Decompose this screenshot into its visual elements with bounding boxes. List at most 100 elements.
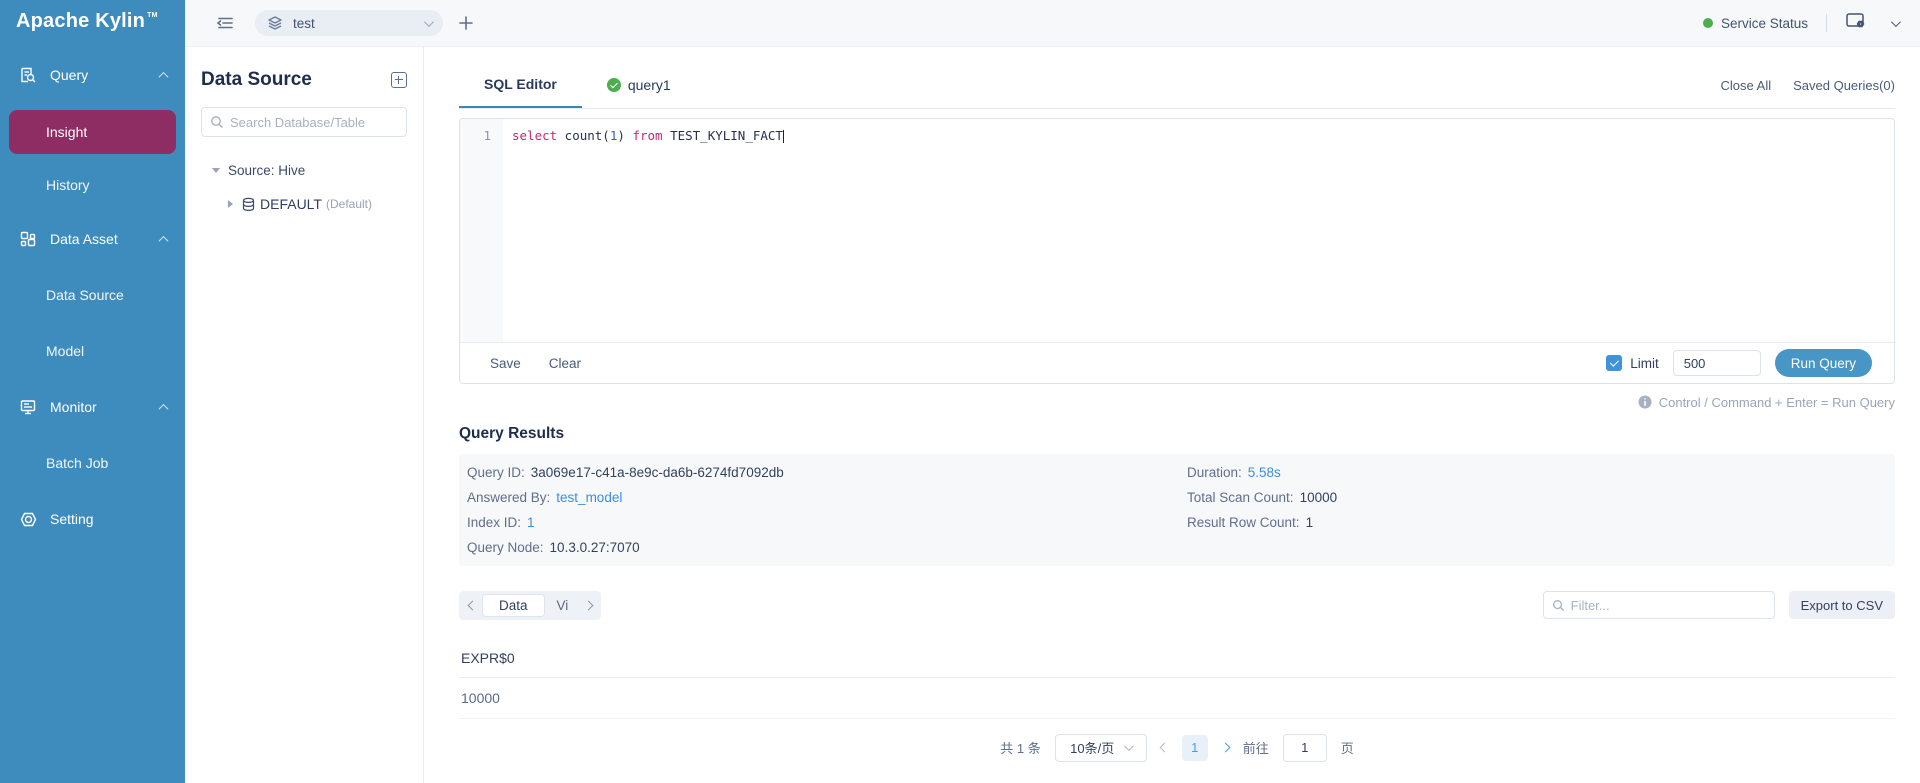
tree-node-label: DEFAULT bbox=[260, 196, 322, 212]
project-select-value: test bbox=[293, 16, 315, 31]
editor-gutter: 1 bbox=[460, 119, 503, 342]
answered-by-link[interactable]: test_model bbox=[556, 490, 622, 505]
caret-down-icon[interactable] bbox=[212, 168, 220, 173]
tree-node-source-hive[interactable]: Source: Hive bbox=[185, 153, 423, 187]
sql-editor-panel: 1 select count(1) from TEST_KYLIN_FACT S… bbox=[459, 118, 1895, 384]
sidebar-item-label: History bbox=[46, 177, 90, 193]
datasource-search[interactable] bbox=[201, 107, 407, 137]
sidebar-item-label: Monitor bbox=[50, 399, 97, 415]
result-view-switcher: Data Vi bbox=[459, 591, 601, 620]
app-logo: Apache KylinTM bbox=[0, 0, 185, 47]
filter-input[interactable] bbox=[1571, 598, 1766, 613]
tab-data[interactable]: Data bbox=[482, 594, 545, 617]
save-button[interactable]: Save bbox=[490, 356, 521, 371]
tab-label: SQL Editor bbox=[484, 76, 557, 92]
monitor-icon bbox=[18, 397, 38, 417]
sql-text: ) bbox=[617, 128, 632, 143]
close-all-button[interactable]: Close All bbox=[1721, 78, 1772, 93]
sidebar-item-query[interactable]: Query bbox=[0, 47, 185, 103]
sql-editor-body[interactable]: 1 select count(1) from TEST_KYLIN_FACT bbox=[460, 119, 1894, 342]
layers-icon bbox=[267, 15, 283, 31]
saved-queries-button[interactable]: Saved Queries(0) bbox=[1793, 78, 1895, 93]
limit-checkbox[interactable] bbox=[1606, 355, 1622, 371]
run-query-button[interactable]: Run Query bbox=[1775, 349, 1872, 377]
tab-sql-editor[interactable]: SQL Editor bbox=[459, 62, 582, 108]
tree-node-suffix: (Default) bbox=[326, 197, 372, 211]
current-page-button[interactable]: 1 bbox=[1182, 735, 1208, 761]
row-count-value: 1 bbox=[1306, 515, 1314, 530]
line-number: 1 bbox=[483, 128, 491, 143]
menu-fold-icon[interactable] bbox=[215, 12, 237, 34]
sidebar-item-label: Query bbox=[50, 67, 88, 83]
scroll-right-icon[interactable] bbox=[580, 602, 596, 609]
sidebar-item-insight[interactable]: Insight bbox=[9, 110, 176, 154]
goto-page-input[interactable] bbox=[1283, 734, 1327, 762]
page-size-value: 10条/页 bbox=[1070, 738, 1114, 757]
page-unit-label: 页 bbox=[1341, 738, 1354, 757]
search-input[interactable] bbox=[230, 115, 398, 130]
run-controls: Limit Run Query bbox=[1606, 349, 1872, 377]
caret-right-icon[interactable] bbox=[228, 200, 233, 208]
sidebar-item-history[interactable]: History bbox=[0, 159, 185, 211]
pagination-total: 共 1 条 bbox=[1000, 738, 1040, 757]
sidebar-item-data-source[interactable]: Data Source bbox=[0, 267, 185, 323]
clear-button[interactable]: Clear bbox=[549, 356, 581, 371]
table-header-row: EXPR$0 bbox=[459, 639, 1895, 677]
next-page-icon[interactable] bbox=[1222, 744, 1229, 751]
tabs-actions: Close All Saved Queries(0) bbox=[1721, 78, 1895, 93]
query-info-right: Duration:5.58s Total Scan Count:10000 Re… bbox=[1187, 460, 1337, 560]
chevron-up-icon bbox=[159, 235, 169, 245]
sql-code[interactable]: select count(1) from TEST_KYLIN_FACT bbox=[503, 119, 1894, 342]
app-logo-text: Apache Kylin bbox=[16, 10, 145, 33]
tab-visualization[interactable]: Vi bbox=[547, 595, 579, 616]
filter-box[interactable] bbox=[1543, 591, 1775, 619]
export-csv-button[interactable]: Export to CSV bbox=[1789, 591, 1895, 619]
search-icon bbox=[1552, 599, 1565, 612]
project-select[interactable]: test bbox=[255, 10, 443, 36]
duration-link[interactable]: 5.58s bbox=[1248, 465, 1281, 480]
text-cursor bbox=[783, 130, 784, 143]
limit-input[interactable] bbox=[1673, 350, 1761, 376]
index-id-link[interactable]: 1 bbox=[527, 515, 535, 530]
query-results-title: Query Results bbox=[459, 425, 1895, 443]
service-status-label[interactable]: Service Status bbox=[1721, 16, 1808, 31]
search-icon bbox=[210, 115, 224, 129]
sidebar-item-data-asset[interactable]: Data Asset bbox=[0, 211, 185, 267]
limit-label: Limit bbox=[1630, 356, 1659, 371]
query-id-label: Query ID: bbox=[467, 465, 525, 480]
sidebar-item-model[interactable]: Model bbox=[0, 323, 185, 379]
editor-tabs: SQL Editor query1 Close All Saved Querie… bbox=[459, 62, 1895, 109]
sidebar-item-label: Insight bbox=[46, 124, 87, 140]
sql-text: TEST_KYLIN_FACT bbox=[663, 128, 783, 143]
sidebar-item-setting[interactable]: Setting bbox=[0, 491, 185, 547]
sidebar-item-monitor[interactable]: Monitor bbox=[0, 379, 185, 435]
sidebar-item-batch-job[interactable]: Batch Job bbox=[0, 435, 185, 491]
scroll-left-icon[interactable] bbox=[464, 602, 480, 609]
app-logo-tm: TM bbox=[147, 12, 158, 19]
add-tab-button[interactable] bbox=[457, 14, 475, 32]
chevron-down-icon bbox=[1124, 741, 1134, 751]
datasource-panel: Data Source Source: Hive bbox=[185, 47, 424, 783]
datasource-panel-title: Data Source bbox=[201, 69, 312, 91]
add-datasource-icon[interactable] bbox=[391, 72, 407, 88]
goto-label: 前往 bbox=[1243, 738, 1269, 757]
prev-page-icon[interactable] bbox=[1161, 744, 1168, 751]
database-icon bbox=[241, 197, 256, 212]
page-size-select[interactable]: 10条/页 bbox=[1055, 734, 1147, 762]
tree-node-label: Source: Hive bbox=[228, 163, 305, 178]
chevron-up-icon bbox=[159, 71, 169, 81]
chevron-down-icon[interactable] bbox=[1891, 17, 1901, 27]
sidebar-item-label: Data Source bbox=[46, 287, 124, 303]
info-icon bbox=[1638, 395, 1652, 409]
table-row: 10000 bbox=[459, 677, 1895, 718]
shortcut-hint: Control / Command + Enter = Run Query bbox=[459, 391, 1895, 413]
query-node-row: Query Node:10.3.0.27:7070 bbox=[467, 535, 1187, 560]
sidebar-item-label: Batch Job bbox=[46, 455, 108, 471]
sql-keyword: select bbox=[512, 128, 557, 143]
tab-query1[interactable]: query1 bbox=[582, 62, 696, 108]
tree-node-default-db[interactable]: DEFAULT (Default) bbox=[185, 187, 423, 221]
scan-count-label: Total Scan Count: bbox=[1187, 490, 1294, 505]
row-count-row: Result Row Count:1 bbox=[1187, 510, 1337, 535]
admin-console-icon[interactable] bbox=[1845, 11, 1871, 35]
answered-by-row: Answered By:test_model bbox=[467, 485, 1187, 510]
